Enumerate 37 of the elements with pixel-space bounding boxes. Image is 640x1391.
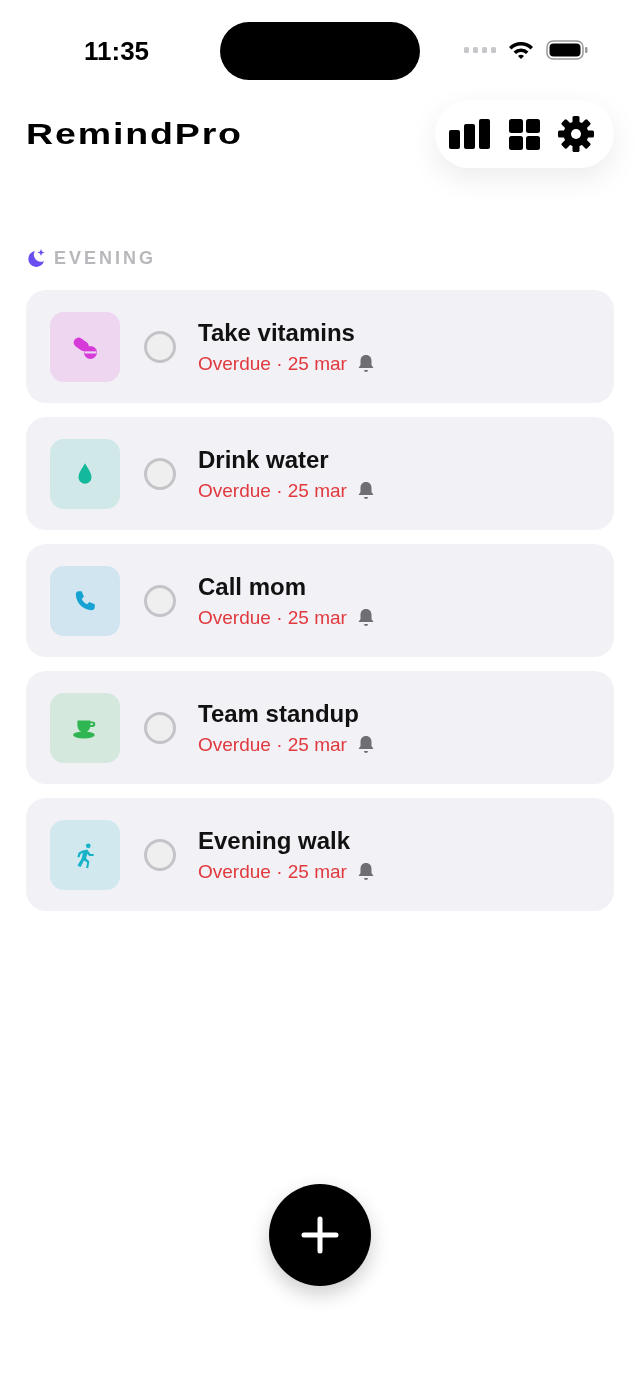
reminder-title: Take vitamins — [198, 318, 356, 347]
complete-checkbox[interactable] — [144, 711, 176, 744]
battery-icon — [546, 40, 588, 60]
bell-icon — [356, 735, 375, 754]
reminder-due: Overdue · 25 mar — [198, 733, 347, 756]
status-time: 11:35 — [84, 35, 150, 67]
complete-checkbox[interactable] — [144, 457, 176, 490]
reminder-due: Overdue · 25 mar — [198, 479, 347, 502]
reminder-card[interactable]: Take vitamins Overdue · 25 mar — [26, 290, 614, 403]
complete-checkbox[interactable] — [144, 584, 176, 617]
bell-icon — [356, 481, 375, 500]
plus-icon — [301, 1216, 339, 1254]
signal-icon — [464, 47, 496, 53]
complete-checkbox[interactable] — [144, 838, 176, 871]
reminder-title: Call mom — [198, 572, 308, 601]
grid-icon[interactable] — [509, 118, 540, 150]
reminder-due: Overdue · 25 mar — [198, 352, 347, 375]
reminder-card[interactable]: Evening walk Overdue · 25 mar — [26, 798, 614, 911]
section-label: EVENING — [54, 247, 157, 269]
reminder-title: Evening walk — [198, 826, 352, 855]
moon-icon — [26, 248, 46, 268]
add-button[interactable] — [269, 1184, 371, 1286]
bell-icon — [356, 862, 375, 881]
reminder-title: Team standup — [198, 699, 360, 728]
reminder-title: Drink water — [198, 445, 330, 474]
reminder-card[interactable]: Drink water Overdue · 25 mar — [26, 417, 614, 530]
reminder-card[interactable]: Team standup Overdue · 25 mar — [26, 671, 614, 784]
wifi-icon — [508, 40, 534, 60]
bar-chart-icon[interactable] — [449, 119, 491, 149]
reminder-due: Overdue · 25 mar — [198, 606, 347, 629]
complete-checkbox[interactable] — [144, 330, 176, 363]
settings-icon[interactable] — [558, 116, 594, 152]
app-title: RemindPro — [26, 117, 243, 151]
bell-icon — [356, 354, 375, 373]
reminder-due: Overdue · 25 mar — [198, 860, 347, 883]
reminder-card[interactable]: Call mom Overdue · 25 mar — [26, 544, 614, 657]
bell-icon — [356, 608, 375, 627]
